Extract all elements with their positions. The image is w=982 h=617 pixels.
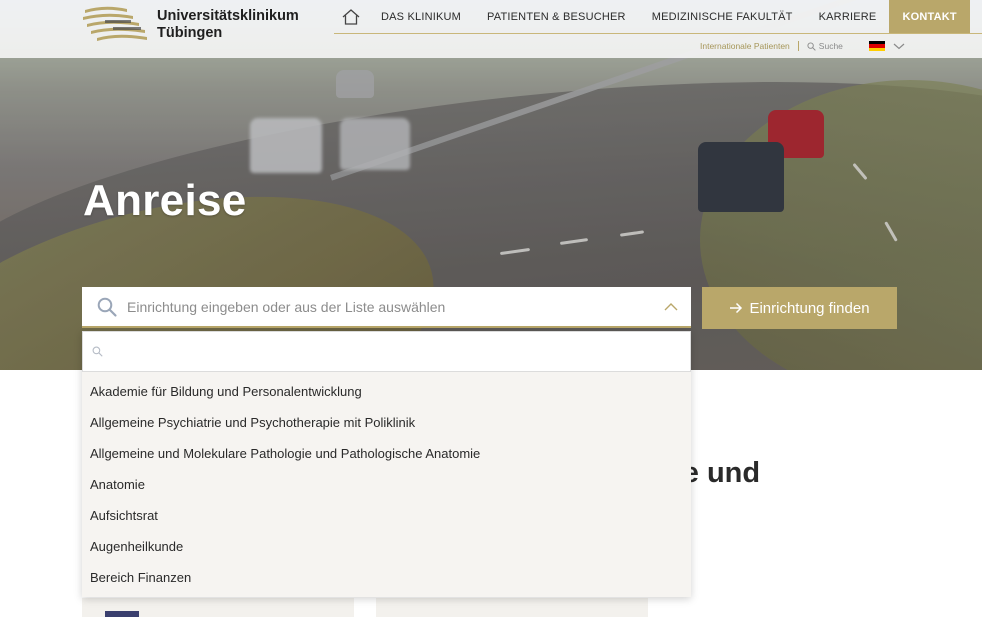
nav-item-kontakt[interactable]: KONTAKT: [889, 0, 970, 33]
german-flag-icon[interactable]: [868, 41, 885, 51]
facility-dropdown: Akademie für Bildung und Personalentwick…: [82, 331, 691, 597]
logo-line1: Universitätsklinikum: [157, 8, 299, 24]
header-search-link[interactable]: Suche: [807, 41, 843, 51]
nav-item-medizinische-fakultaet[interactable]: MEDIZINISCHE FAKULTÄT: [639, 0, 806, 33]
list-item[interactable]: Augenheilkunde: [82, 531, 691, 562]
international-patients-link[interactable]: Internationale Patienten: [700, 41, 790, 51]
search-icon: [97, 297, 117, 317]
chevron-up-icon[interactable]: [663, 299, 679, 315]
sub-nav: Internationale Patienten Suche: [700, 38, 905, 54]
main-nav: DAS KLINIKUM PATIENTEN & BESUCHER MEDIZI…: [334, 0, 982, 34]
divider: [797, 41, 799, 51]
dropdown-filter-input[interactable]: [82, 331, 691, 372]
logo-line2: Tübingen: [157, 25, 223, 41]
facility-select-placeholder: Einrichtung eingeben oder aus der Liste …: [127, 298, 446, 315]
logo-text: Universitätsklinikum Tübingen: [157, 8, 299, 42]
facility-list: Akademie für Bildung und Personalentwick…: [82, 372, 691, 593]
page-title: Anreise: [83, 176, 247, 225]
nav-item-das-klinikum[interactable]: DAS KLINIKUM: [368, 0, 474, 33]
find-facility-button[interactable]: Einrichtung finden: [702, 287, 897, 329]
card-badge: [105, 611, 139, 617]
content-card[interactable]: [376, 598, 648, 617]
content-card[interactable]: [82, 598, 354, 617]
search-icon: [807, 41, 816, 51]
find-facility-label: Einrichtung finden: [749, 299, 870, 317]
facility-select[interactable]: Einrichtung eingeben oder aus der Liste …: [82, 287, 691, 328]
home-icon: [342, 8, 360, 25]
logo-mark-icon: [83, 6, 147, 41]
list-item[interactable]: Allgemeine Psychiatrie und Psychotherapi…: [82, 407, 691, 438]
nav-item-patienten-besucher[interactable]: PATIENTEN & BESUCHER: [474, 0, 639, 33]
home-link[interactable]: [334, 0, 368, 33]
search-icon: [92, 346, 103, 357]
logo[interactable]: Universitätsklinikum Tübingen: [83, 4, 323, 46]
list-item[interactable]: Anatomie: [82, 469, 691, 500]
list-item[interactable]: Akademie für Bildung und Personalentwick…: [82, 376, 691, 407]
chevron-down-icon[interactable]: [893, 43, 905, 50]
header-search-label: Suche: [818, 41, 843, 51]
list-item[interactable]: Aufsichtsrat: [82, 500, 691, 531]
list-item[interactable]: Allgemeine und Molekulare Pathologie und…: [82, 438, 691, 469]
arrow-right-icon: [730, 302, 743, 314]
list-item[interactable]: Bereich Finanzen: [82, 562, 691, 593]
site-header: Universitätsklinikum Tübingen DAS KLINIK…: [0, 0, 982, 58]
nav-item-karriere[interactable]: KARRIERE: [806, 0, 890, 33]
